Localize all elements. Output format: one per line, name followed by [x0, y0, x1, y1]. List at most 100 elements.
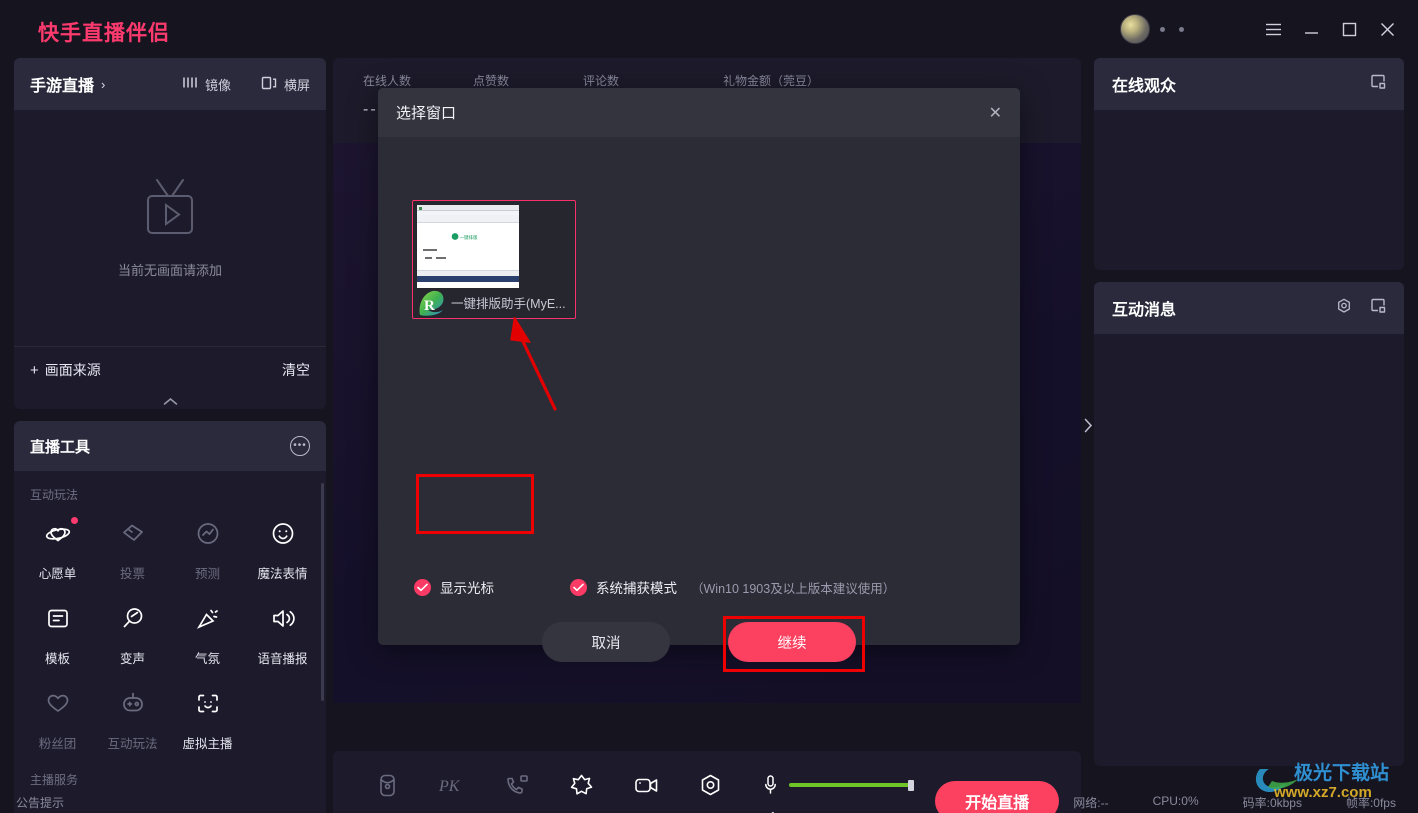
- confetti-icon: [194, 606, 222, 637]
- scene-source-panel: 手游直播 › 镜像 横屏 当前无画面请添加 + 画面来源 清空: [14, 58, 326, 409]
- status-bitrate: 码率:0kbps: [1242, 795, 1302, 810]
- tool-predict[interactable]: 预测: [170, 517, 245, 586]
- show-cursor-checkbox[interactable]: 显示光标: [414, 577, 494, 597]
- stage-gap: [333, 703, 1081, 751]
- tool-vote[interactable]: 投票: [95, 517, 170, 586]
- source-footer: + 画面来源 清空: [14, 346, 326, 393]
- online-viewers-list[interactable]: [1094, 110, 1404, 270]
- mirror-label: 镜像: [204, 77, 231, 93]
- right-column: 在线观众 互动消息: [1094, 58, 1404, 793]
- mirror-toggle[interactable]: 镜像: [182, 75, 231, 94]
- tool-label: 气氛: [194, 652, 220, 666]
- clear-sources-button[interactable]: 清空: [282, 360, 310, 380]
- preview-canvas[interactable]: 当前无画面请添加: [14, 110, 326, 346]
- close-icon[interactable]: ✕: [989, 103, 1002, 123]
- popout-icon[interactable]: [1370, 298, 1386, 319]
- collapse-panel-button[interactable]: [14, 393, 326, 409]
- close-icon[interactable]: [1368, 10, 1406, 48]
- annotation-box-show-cursor: [416, 474, 534, 534]
- app-window: 快手直播伴侣 手游直播 › 镜像 横屏 当前无画面请添加 + 画面来源 清空 直…: [0, 0, 1418, 813]
- tools-scrollbar[interactable]: [321, 483, 324, 813]
- left-column: 手游直播 › 镜像 横屏 当前无画面请添加 + 画面来源 清空 直播工具 •••…: [14, 58, 326, 813]
- speaker-icon: [269, 606, 297, 637]
- stat-label-online: 在线人数: [363, 74, 412, 88]
- checkbox-checked-icon: [570, 578, 587, 596]
- tool-template[interactable]: 模板: [20, 602, 95, 671]
- status-bar: 公告提示 网络:-- CPU:0% 码率:0kbps 帧率:0fps: [0, 791, 1418, 813]
- expand-side-panel-button[interactable]: [1081, 414, 1095, 436]
- checkbox-checked-icon: [414, 578, 431, 596]
- title-bar-controls: [1120, 0, 1406, 58]
- heart-icon: [44, 691, 72, 722]
- dialog-header: 选择窗口 ✕: [378, 88, 1020, 137]
- more-options-icon[interactable]: •••: [290, 436, 310, 456]
- predict-icon: [194, 521, 222, 552]
- face-scan-icon: [194, 691, 222, 722]
- tool-magic-emoji[interactable]: 魔法表情: [245, 517, 320, 586]
- tv-play-icon: [135, 177, 205, 244]
- confirm-button[interactable]: 继续: [728, 622, 856, 662]
- annotation-arrow: [508, 315, 568, 412]
- interactive-messages-header: 互动消息: [1094, 282, 1404, 334]
- select-window-dialog: 选择窗口 ✕ 一键排版 R 一键排版助手(MyE... 显示光标 系统捕获模式 …: [378, 88, 1020, 672]
- app-icon: R: [417, 289, 445, 317]
- dialog-options-row: 显示光标 系统捕获模式 （Win10 1903及以上版本建议使用）: [414, 577, 895, 597]
- avatar[interactable]: [1120, 14, 1150, 44]
- online-viewers-header: 在线观众: [1094, 58, 1404, 110]
- stats-labels-row: 在线人数 点赞数 评论数 礼物金额（莞豆）: [333, 58, 1081, 89]
- interactive-messages-list[interactable]: [1094, 334, 1404, 766]
- cancel-button[interactable]: 取消: [542, 622, 670, 662]
- tools-scroll-thumb[interactable]: [321, 483, 324, 701]
- window-thumbnail: 一键排版: [417, 205, 519, 288]
- live-tools-title: 直播工具: [30, 438, 91, 456]
- scene-mode-title[interactable]: 手游直播: [30, 72, 94, 96]
- tool-label: 模板: [44, 652, 70, 666]
- minimize-icon[interactable]: [1292, 10, 1330, 48]
- tool-label: 魔法表情: [257, 567, 308, 581]
- popout-icon[interactable]: [1370, 74, 1386, 95]
- template-icon: [44, 606, 72, 637]
- window-item-label: 一键排版助手(MyE...: [451, 297, 566, 311]
- mirror-icon: [182, 76, 198, 92]
- tool-virtual-anchor[interactable]: 虚拟主播: [170, 687, 245, 756]
- notice-link[interactable]: 公告提示: [16, 794, 64, 811]
- status-fps: 帧率:0fps: [1345, 795, 1396, 810]
- tool-voice-changer[interactable]: 变声: [95, 602, 170, 671]
- status-network: 网络:--: [1073, 795, 1109, 810]
- system-capture-checkbox[interactable]: 系统捕获模式 （Win10 1903及以上版本建议使用）: [570, 577, 895, 597]
- gear-icon[interactable]: [1336, 298, 1352, 319]
- game-robot-icon: [119, 691, 147, 722]
- tool-atmosphere[interactable]: 气氛: [170, 602, 245, 671]
- tool-voice-broadcast[interactable]: 语音播报: [245, 602, 320, 671]
- chevron-right-icon[interactable]: ›: [101, 77, 105, 92]
- voice-changer-icon: [119, 606, 147, 637]
- tool-label: 粉丝团: [38, 737, 77, 751]
- mic-volume-slider[interactable]: [789, 780, 915, 791]
- landscape-toggle[interactable]: 横屏: [261, 75, 310, 94]
- online-viewers-panel: 在线观众: [1094, 58, 1404, 270]
- window-list-item[interactable]: 一键排版 R 一键排版助手(MyE...: [412, 200, 576, 319]
- system-capture-label: 系统捕获模式: [596, 581, 677, 596]
- tool-wish-list[interactable]: 心愿单: [20, 517, 95, 586]
- online-viewers-actions: [1370, 74, 1386, 95]
- mic-slider-knob[interactable]: [908, 780, 915, 791]
- tool-label: 心愿单: [38, 567, 77, 581]
- tool-label: 预测: [194, 567, 220, 581]
- vote-ticket-icon: [119, 521, 147, 552]
- new-badge-dot: [70, 517, 78, 524]
- tool-label: 互动玩法: [107, 737, 158, 751]
- tool-label: 投票: [119, 567, 145, 581]
- hamburger-icon[interactable]: [1254, 10, 1292, 48]
- maximize-icon[interactable]: [1330, 10, 1368, 48]
- show-cursor-label: 显示光标: [440, 581, 494, 596]
- interactive-messages-actions: [1336, 298, 1386, 319]
- add-source-button[interactable]: + 画面来源: [30, 360, 101, 380]
- dialog-body: 一键排版 R 一键排版助手(MyE... 显示光标 系统捕获模式 （Win10 …: [378, 137, 1020, 672]
- tool-fan-club[interactable]: 粉丝团: [20, 687, 95, 756]
- add-source-label: 画面来源: [44, 362, 101, 378]
- stat-label-gifts: 礼物金额（莞豆）: [723, 74, 820, 88]
- wish-list-icon: [44, 521, 72, 552]
- tool-interactive-games[interactable]: 互动玩法: [95, 687, 170, 756]
- status-metrics: 网络:-- CPU:0% 码率:0kbps 帧率:0fps: [1073, 794, 1396, 811]
- status-cpu: CPU:0%: [1152, 793, 1199, 808]
